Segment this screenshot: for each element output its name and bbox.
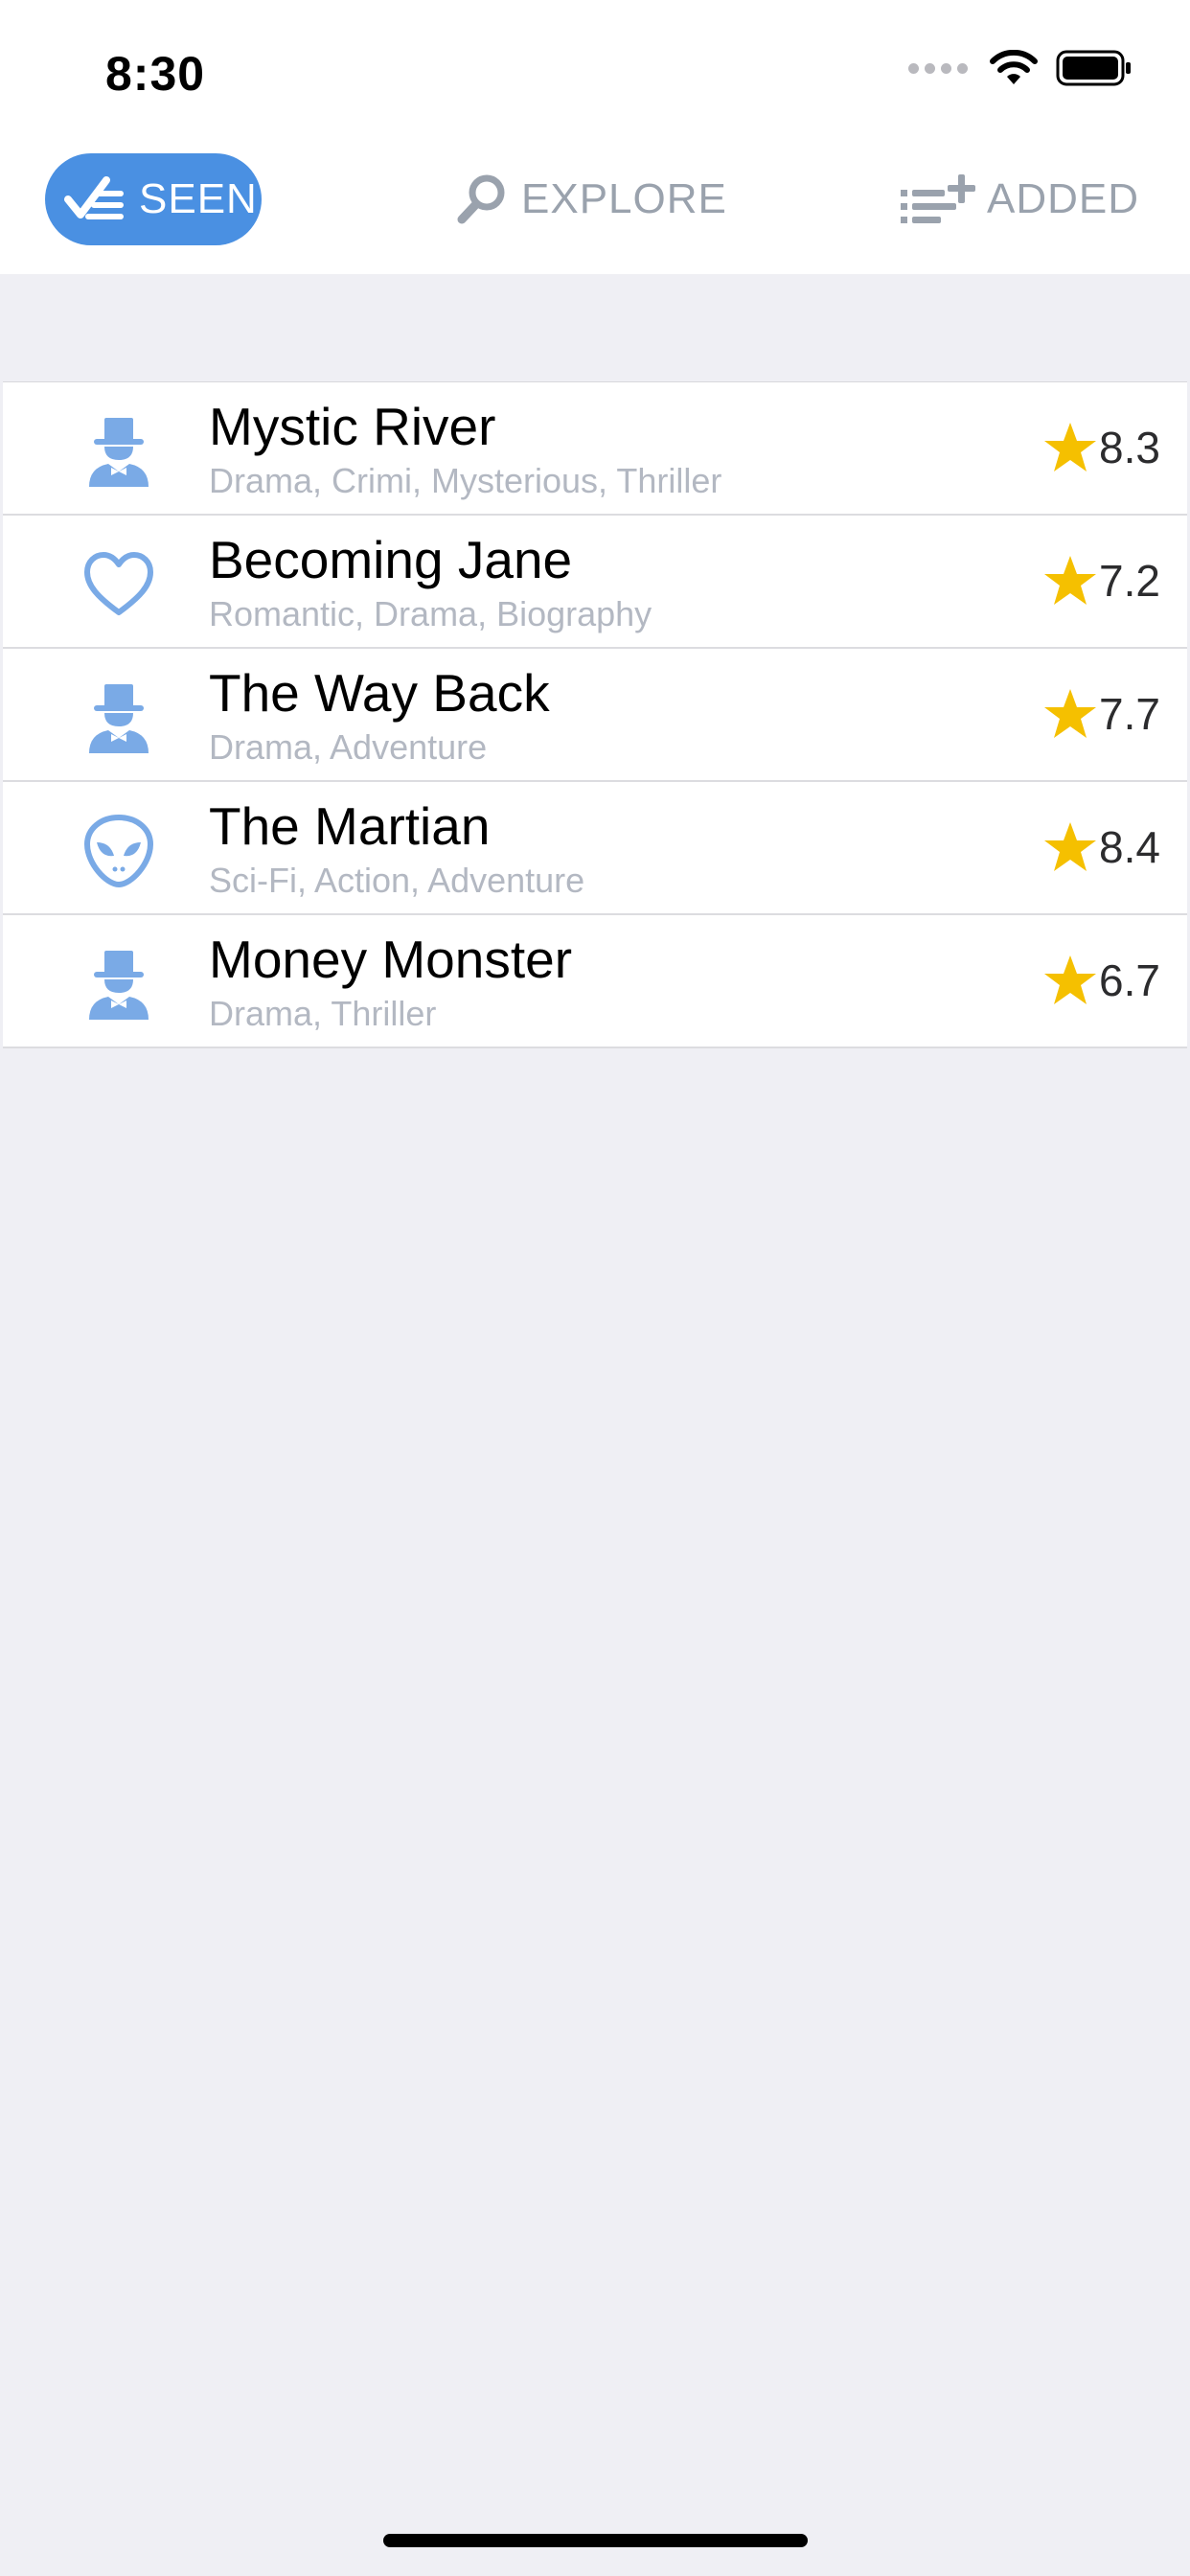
movie-genres: Drama, Thriller xyxy=(209,994,437,1033)
movie-rating-value: 8.3 xyxy=(1099,423,1160,472)
cellular-signal-icon xyxy=(908,62,968,74)
status-time: 8:30 xyxy=(105,47,206,101)
star-icon xyxy=(1044,556,1097,605)
movie-rating-value: 7.2 xyxy=(1099,556,1160,606)
tab-explore-label: EXPLORE xyxy=(521,175,727,222)
movie-genres: Drama, Crimi, Mysterious, Thriller xyxy=(209,461,722,500)
gentleman-icon xyxy=(89,951,149,1020)
add-list-icon xyxy=(901,174,975,223)
star-icon xyxy=(1044,423,1097,472)
tab-added-label: ADDED xyxy=(987,175,1140,222)
movie-rating: 6.7 xyxy=(1043,954,1160,1007)
movie-rating: 7.7 xyxy=(1043,687,1160,741)
movie-row[interactable]: The Martian Sci-Fi, Action, Adventure 8.… xyxy=(3,782,1187,915)
tab-explore[interactable]: EXPLORE xyxy=(454,153,727,245)
movie-rating: 8.3 xyxy=(1043,421,1160,474)
movie-genres: Romantic, Drama, Biography xyxy=(209,594,652,633)
movie-genres: Drama, Adventure xyxy=(209,727,488,767)
movie-title: Money Monster xyxy=(209,930,573,989)
gentleman-icon xyxy=(89,684,149,753)
movie-title: The Way Back xyxy=(209,663,550,723)
tab-seen[interactable]: SEEN xyxy=(45,153,262,245)
star-icon xyxy=(1044,689,1097,738)
movie-row[interactable]: The Way Back Drama, Adventure 7.7 xyxy=(3,649,1187,782)
star-icon xyxy=(1044,822,1097,871)
status-indicators xyxy=(908,50,1133,86)
movie-row[interactable]: Money Monster Drama, Thriller 6.7 xyxy=(3,915,1187,1048)
home-indicator[interactable] xyxy=(383,2534,808,2547)
movie-rating: 7.2 xyxy=(1043,554,1160,608)
movie-title: Mystic River xyxy=(209,397,496,456)
movie-list: Mystic River Drama, Crimi, Mysterious, T… xyxy=(3,381,1187,1048)
search-icon xyxy=(457,174,505,224)
checklist-icon xyxy=(64,176,124,219)
movie-rating-value: 7.7 xyxy=(1099,689,1160,739)
tab-added[interactable]: ADDED xyxy=(899,153,1139,245)
status-bar: 8:30 xyxy=(0,0,1190,144)
battery-icon xyxy=(1056,50,1131,86)
heart-icon xyxy=(84,552,153,615)
movie-row[interactable]: Mystic River Drama, Crimi, Mysterious, T… xyxy=(3,382,1187,516)
movie-genres: Sci-Fi, Action, Adventure xyxy=(209,861,585,900)
movie-title: Becoming Jane xyxy=(209,530,573,589)
tab-seen-label: SEEN xyxy=(139,175,258,222)
movie-row[interactable]: Becoming Jane Romantic, Drama, Biography… xyxy=(3,516,1187,649)
alien-icon xyxy=(83,814,154,888)
gentleman-icon xyxy=(89,418,149,487)
star-icon xyxy=(1044,955,1097,1004)
movie-title: The Martian xyxy=(209,796,491,856)
top-tab-bar: SEEN EXPLORE ADDED xyxy=(0,144,1190,274)
wifi-icon xyxy=(990,50,1038,84)
movie-rating-value: 6.7 xyxy=(1099,955,1160,1005)
movie-rating-value: 8.4 xyxy=(1099,822,1160,872)
movie-rating: 8.4 xyxy=(1043,820,1160,874)
